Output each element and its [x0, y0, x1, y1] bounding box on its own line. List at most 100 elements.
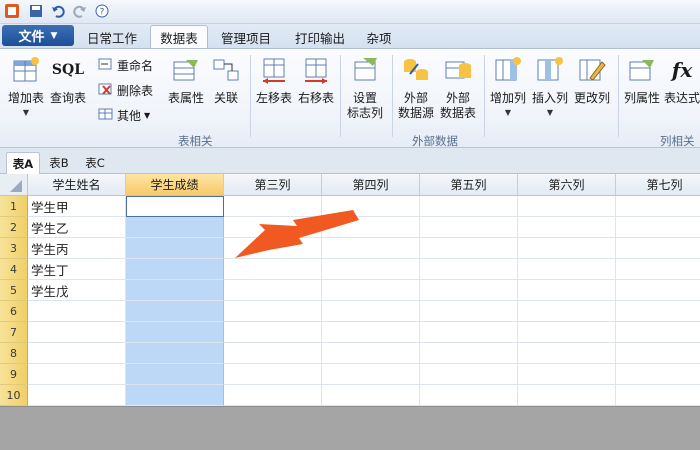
select-all-corner[interactable] [0, 174, 28, 196]
row-header[interactable]: 1 [0, 196, 28, 217]
table-cell[interactable] [518, 322, 616, 343]
table-cell[interactable] [616, 280, 700, 301]
table-cell[interactable] [126, 364, 224, 385]
table-cell[interactable] [420, 196, 518, 217]
relation-button[interactable]: 关联 [208, 55, 244, 106]
table-cell[interactable] [616, 196, 700, 217]
table-cell[interactable] [322, 280, 420, 301]
table-cell[interactable] [420, 364, 518, 385]
table-cell[interactable] [126, 322, 224, 343]
row-header[interactable]: 9 [0, 364, 28, 385]
rename-button[interactable]: 重命名 [98, 55, 153, 75]
delete-table-button[interactable]: 删除表 [98, 80, 153, 100]
table-cell[interactable] [322, 301, 420, 322]
table-cell[interactable] [518, 385, 616, 406]
table-cell[interactable] [616, 259, 700, 280]
column-properties-button[interactable]: 列属性 [622, 55, 662, 106]
table-cell[interactable] [28, 343, 126, 364]
table-cell[interactable]: 学生甲 [28, 196, 126, 217]
table-cell[interactable] [518, 343, 616, 364]
table-cell[interactable] [28, 301, 126, 322]
file-menu-button[interactable]: 文件 ▼ [2, 25, 74, 46]
table-cell[interactable] [518, 364, 616, 385]
column-header[interactable]: 第三列 [224, 174, 322, 196]
table-cell[interactable] [126, 217, 224, 238]
move-table-right-button[interactable]: 右移表 [296, 55, 336, 106]
table-cell[interactable]: 学生戊 [28, 280, 126, 301]
table-cell[interactable] [322, 385, 420, 406]
table-cell[interactable] [420, 217, 518, 238]
change-column-button[interactable]: 更改列 [572, 55, 612, 106]
column-header[interactable]: 第六列 [518, 174, 616, 196]
table-cell[interactable] [126, 343, 224, 364]
table-cell[interactable] [126, 259, 224, 280]
other-button[interactable]: 其他 ▼ [98, 105, 150, 125]
table-cell[interactable] [28, 364, 126, 385]
row-header[interactable]: 8 [0, 343, 28, 364]
table-cell[interactable] [420, 322, 518, 343]
column-header[interactable]: 学生姓名 [28, 174, 126, 196]
row-header[interactable]: 2 [0, 217, 28, 238]
set-flag-column-button[interactable]: 设置 标志列 [344, 55, 386, 121]
tab-manage-project[interactable]: 管理项目 [214, 26, 278, 48]
table-cell[interactable] [224, 385, 322, 406]
column-header[interactable]: 第七列 [616, 174, 700, 196]
table-cell[interactable] [616, 238, 700, 259]
table-cell[interactable] [518, 280, 616, 301]
table-cell[interactable] [224, 322, 322, 343]
row-header[interactable]: 5 [0, 280, 28, 301]
table-cell[interactable] [126, 385, 224, 406]
add-column-button[interactable]: 增加列 ▼ [488, 55, 528, 117]
table-properties-button[interactable]: 表属性 [166, 55, 206, 106]
tab-print-output[interactable]: 打印输出 [288, 26, 352, 48]
table-cell[interactable] [126, 280, 224, 301]
table-cell[interactable] [616, 301, 700, 322]
table-cell[interactable] [126, 301, 224, 322]
table-cell[interactable] [616, 343, 700, 364]
table-cell[interactable] [28, 322, 126, 343]
table-cell[interactable] [126, 238, 224, 259]
sheet-tab-a[interactable]: 表A [6, 152, 40, 174]
row-header[interactable]: 4 [0, 259, 28, 280]
table-cell[interactable] [322, 364, 420, 385]
table-cell[interactable] [322, 343, 420, 364]
table-cell[interactable] [616, 364, 700, 385]
tab-data-table[interactable]: 数据表 [150, 25, 208, 49]
table-cell[interactable] [224, 301, 322, 322]
column-header[interactable]: 第五列 [420, 174, 518, 196]
table-cell[interactable] [224, 364, 322, 385]
sheet-tab-b[interactable]: 表B [42, 152, 76, 174]
help-icon[interactable]: ? [94, 3, 110, 19]
table-cell[interactable] [224, 343, 322, 364]
query-table-button[interactable]: SQL 查询表 [48, 55, 88, 106]
insert-column-button[interactable]: 插入列 ▼ [530, 55, 570, 117]
table-cell[interactable]: 学生丁 [28, 259, 126, 280]
table-cell[interactable] [518, 217, 616, 238]
row-header[interactable]: 10 [0, 385, 28, 406]
table-cell[interactable] [616, 385, 700, 406]
move-table-left-button[interactable]: 左移表 [254, 55, 294, 106]
table-cell[interactable] [420, 301, 518, 322]
table-cell[interactable] [616, 322, 700, 343]
add-table-button[interactable]: 增加表 ▼ [6, 55, 46, 117]
external-source-button[interactable]: 外部 数据源 [396, 55, 436, 121]
table-cell[interactable] [420, 280, 518, 301]
table-cell[interactable] [518, 301, 616, 322]
external-table-button[interactable]: 外部 数据表 [438, 55, 478, 121]
table-cell[interactable] [420, 259, 518, 280]
row-header[interactable]: 3 [0, 238, 28, 259]
table-cell[interactable] [420, 238, 518, 259]
tab-misc[interactable]: 杂项 [358, 26, 400, 48]
table-cell[interactable] [322, 322, 420, 343]
table-cell[interactable] [28, 385, 126, 406]
column-header[interactable]: 学生成绩 [126, 174, 224, 196]
expression-button[interactable]: fx 表达式 [664, 55, 700, 106]
table-cell[interactable] [420, 343, 518, 364]
table-cell[interactable] [126, 196, 224, 217]
app-icon[interactable] [4, 3, 20, 19]
save-icon[interactable] [28, 3, 44, 19]
sheet-tab-c[interactable]: 表C [78, 152, 112, 174]
tab-daily-work[interactable]: 日常工作 [80, 26, 144, 48]
table-cell[interactable] [420, 385, 518, 406]
row-header[interactable]: 7 [0, 322, 28, 343]
